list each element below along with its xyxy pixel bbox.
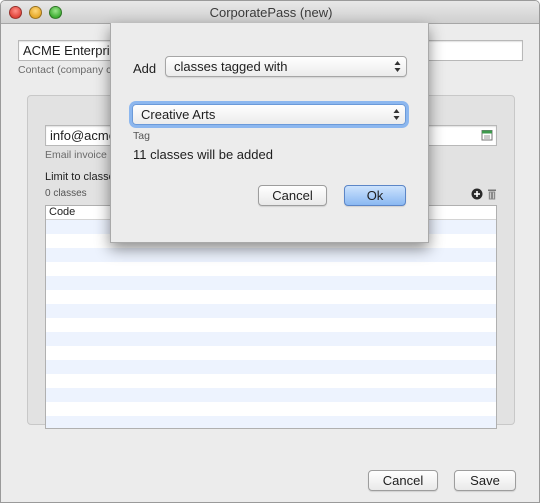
add-mode-select[interactable]: classes tagged with xyxy=(165,56,407,77)
table-row xyxy=(46,276,496,290)
table-row xyxy=(46,290,496,304)
select-arrows-icon xyxy=(394,61,401,72)
calendar-icon[interactable] xyxy=(481,129,493,141)
sheet-ok-button[interactable]: Ok xyxy=(344,185,406,206)
table-row xyxy=(46,360,496,374)
select-arrows-icon xyxy=(393,109,400,120)
email-hint: Email invoice c xyxy=(45,149,116,161)
table-row xyxy=(46,346,496,360)
window-title: CorporatePass (new) xyxy=(209,5,333,20)
sheet-cancel-button[interactable]: Cancel xyxy=(258,185,327,206)
plus-circle-icon[interactable] xyxy=(471,188,483,200)
table-row xyxy=(46,332,496,346)
table-row xyxy=(46,402,496,416)
table-row xyxy=(46,416,496,428)
tag-value: Creative Arts xyxy=(141,107,216,122)
table-row xyxy=(46,304,496,318)
save-button[interactable]: Save xyxy=(454,470,516,491)
table-row xyxy=(46,318,496,332)
email-value: info@acme xyxy=(50,128,116,143)
limit-label: Limit to classe xyxy=(45,171,115,183)
cancel-button[interactable]: Cancel xyxy=(368,470,438,491)
add-classes-sheet: Add classes tagged with Creative Arts Ta… xyxy=(110,23,429,243)
add-mode-value: classes tagged with xyxy=(174,59,288,74)
tag-caption: Tag xyxy=(133,130,150,142)
table-row xyxy=(46,248,496,262)
table-row xyxy=(46,388,496,402)
title-bar: CorporatePass (new) xyxy=(1,1,539,24)
tag-select[interactable]: Creative Arts xyxy=(132,104,406,125)
result-text: 11 classes will be added xyxy=(133,147,273,162)
contact-hint: Contact (company c xyxy=(18,64,112,76)
table-row xyxy=(46,262,496,276)
table-row xyxy=(46,374,496,388)
add-label: Add xyxy=(133,61,157,76)
trash-icon[interactable] xyxy=(486,188,498,200)
classes-count: 0 classes xyxy=(45,188,87,199)
